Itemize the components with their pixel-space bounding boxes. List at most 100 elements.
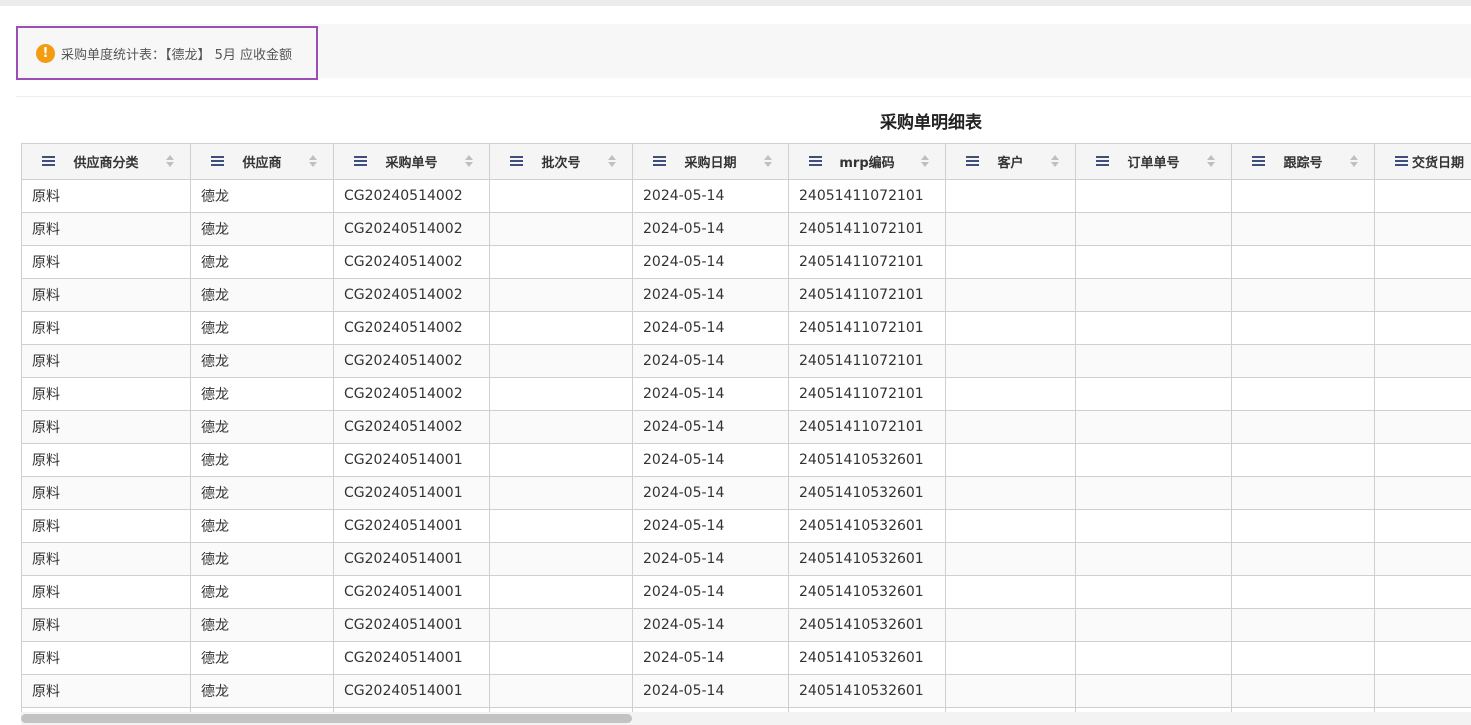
table-cell: 24051410532601 [788, 509, 946, 543]
table-cell [1374, 674, 1471, 708]
table-row[interactable]: 原料 德龙 CG20240514002 2024-05-14 2405141107210… [21, 245, 1471, 279]
table-cell: 24051410532601 [788, 542, 946, 576]
table-cell: 2024-05-14 [632, 179, 789, 213]
menu-icon[interactable] [966, 156, 979, 166]
sort-icon[interactable] [764, 155, 772, 168]
purchase-order-link[interactable]: CG20240514001 [333, 674, 490, 708]
menu-icon[interactable] [1395, 156, 1408, 166]
column-header[interactable]: 跟踪号 [1231, 143, 1375, 180]
table-cell [1075, 212, 1232, 246]
menu-icon[interactable] [1252, 156, 1265, 166]
table-cell: 24051410532601 [788, 476, 946, 510]
sort-icon[interactable] [921, 155, 929, 168]
table-cell [945, 212, 1076, 246]
menu-icon[interactable] [354, 156, 367, 166]
purchase-order-link[interactable]: CG20240514002 [333, 179, 490, 213]
sort-icon[interactable] [465, 155, 473, 168]
table-cell [489, 542, 633, 576]
table-cell [1075, 179, 1232, 213]
table-row[interactable]: 原料 德龙 CG20240514002 2024-05-14 2405141107210… [21, 311, 1471, 345]
table-cell [1075, 575, 1232, 609]
menu-icon[interactable] [211, 156, 224, 166]
purchase-order-link[interactable]: CG20240514001 [333, 476, 490, 510]
table-row[interactable]: 原料 德龙 CG20240514002 2024-05-14 2405141107210… [21, 179, 1471, 213]
purchase-order-link[interactable]: CG20240514001 [333, 509, 490, 543]
table-row[interactable]: 原料 德龙 CG20240514002 2024-05-14 2405141107210… [21, 410, 1471, 444]
column-header[interactable]: 供应商 [190, 143, 334, 180]
table-cell: 原料 [21, 212, 191, 246]
table-cell: 2024-05-14 [632, 509, 789, 543]
purchase-order-link[interactable]: CG20240514001 [333, 575, 490, 609]
purchase-order-link[interactable]: CG20240514002 [333, 344, 490, 378]
table-cell [945, 674, 1076, 708]
menu-icon[interactable] [1096, 156, 1109, 166]
table-cell [489, 674, 633, 708]
table-cell: 德龙 [190, 641, 334, 675]
purchase-order-link[interactable]: CG20240514001 [333, 608, 490, 642]
column-header[interactable]: 订单单号 [1075, 143, 1232, 180]
table-cell: 2024-05-14 [632, 443, 789, 477]
table-cell: 2024-05-14 [632, 311, 789, 345]
column-header[interactable]: 供应商分类 [21, 143, 191, 180]
sort-icon[interactable] [1350, 155, 1358, 168]
menu-icon[interactable] [809, 156, 822, 166]
table-cell [1374, 443, 1471, 477]
menu-icon[interactable] [653, 156, 666, 166]
table-row[interactable]: 原料德龙CG20240514001 2024-05-142405141053260… [21, 608, 1471, 642]
table-row[interactable]: 原料 德龙 CG20240514002 2024-05-14 2405141107210… [21, 344, 1471, 378]
table-row[interactable]: 原料德龙CG20240514001 2024-05-142405141053260… [21, 575, 1471, 609]
table-cell [1374, 575, 1471, 609]
table-cell [1231, 443, 1375, 477]
table-row[interactable]: 原料 德龙 CG20240514002 2024-05-14 2405141107210… [21, 278, 1471, 312]
table-cell [489, 410, 633, 444]
purchase-order-link[interactable]: CG20240514001 [333, 443, 490, 477]
table-row[interactable]: 原料德龙CG20240514001 2024-05-142405141053260… [21, 476, 1471, 510]
sort-icon[interactable] [1051, 155, 1059, 168]
table-cell: 德龙 [190, 575, 334, 609]
table-cell: 24051411072101 [788, 179, 946, 213]
table-cell [1374, 608, 1471, 642]
column-header[interactable]: mrp编码 [788, 143, 946, 180]
column-header-label: 供应商分类 [73, 156, 139, 171]
sort-icon[interactable] [1207, 155, 1215, 168]
table-row[interactable]: 原料德龙CG20240514001 2024-05-142405141053260… [21, 509, 1471, 543]
column-header[interactable]: 采购日期 [632, 143, 789, 180]
purchase-order-link[interactable]: CG20240514001 [333, 641, 490, 675]
purchase-order-link[interactable]: CG20240514002 [333, 410, 490, 444]
column-header-label: 采购单号 [385, 156, 438, 171]
column-header[interactable]: 交货日期 [1374, 143, 1471, 180]
table-row[interactable]: 原料德龙CG20240514001 2024-05-142405141053260… [21, 542, 1471, 576]
purchase-order-link[interactable]: CG20240514002 [333, 278, 490, 312]
column-header[interactable]: 客户 [945, 143, 1076, 180]
sort-icon[interactable] [608, 155, 616, 168]
column-header[interactable]: 采购单号 [333, 143, 490, 180]
table-row[interactable]: 原料德龙CG20240514001 2024-05-142405141053260… [21, 674, 1471, 708]
table-cell: 德龙 [190, 278, 334, 312]
table-cell [1374, 410, 1471, 444]
purchase-order-link[interactable]: CG20240514001 [333, 542, 490, 576]
horizontal-scrollbar-thumb[interactable] [21, 714, 632, 723]
table-cell [489, 311, 633, 345]
table-row[interactable]: 原料德龙CG20240514001 2024-05-142405141053260… [21, 641, 1471, 675]
table-cell: 24051410532601 [788, 575, 946, 609]
table-row[interactable]: 原料 德龙 CG20240514002 2024-05-14 2405141107210… [21, 377, 1471, 411]
table-cell [1231, 674, 1375, 708]
purchase-order-link[interactable]: CG20240514002 [333, 245, 490, 279]
table-cell: 原料 [21, 542, 191, 576]
table-cell: 2024-05-14 [632, 608, 789, 642]
table-row[interactable]: 原料 德龙 CG20240514002 2024-05-14 2405141107210… [21, 212, 1471, 246]
purchase-order-link[interactable]: CG20240514002 [333, 311, 490, 345]
column-header[interactable]: 批次号 [489, 143, 633, 180]
purchase-order-link[interactable]: CG20240514002 [333, 377, 490, 411]
menu-icon[interactable] [510, 156, 523, 166]
sort-icon[interactable] [309, 155, 317, 168]
purchase-order-link[interactable]: CG20240514002 [333, 212, 490, 246]
table-cell: 德龙 [190, 443, 334, 477]
table-row[interactable]: 原料德龙CG20240514001 2024-05-142405141053260… [21, 443, 1471, 477]
column-header-label: 订单单号 [1127, 156, 1180, 171]
column-header-label: 批次号 [541, 156, 581, 171]
menu-icon[interactable] [42, 156, 55, 166]
table-cell [1075, 542, 1232, 576]
table-cell [945, 641, 1076, 675]
sort-icon[interactable] [166, 155, 174, 168]
